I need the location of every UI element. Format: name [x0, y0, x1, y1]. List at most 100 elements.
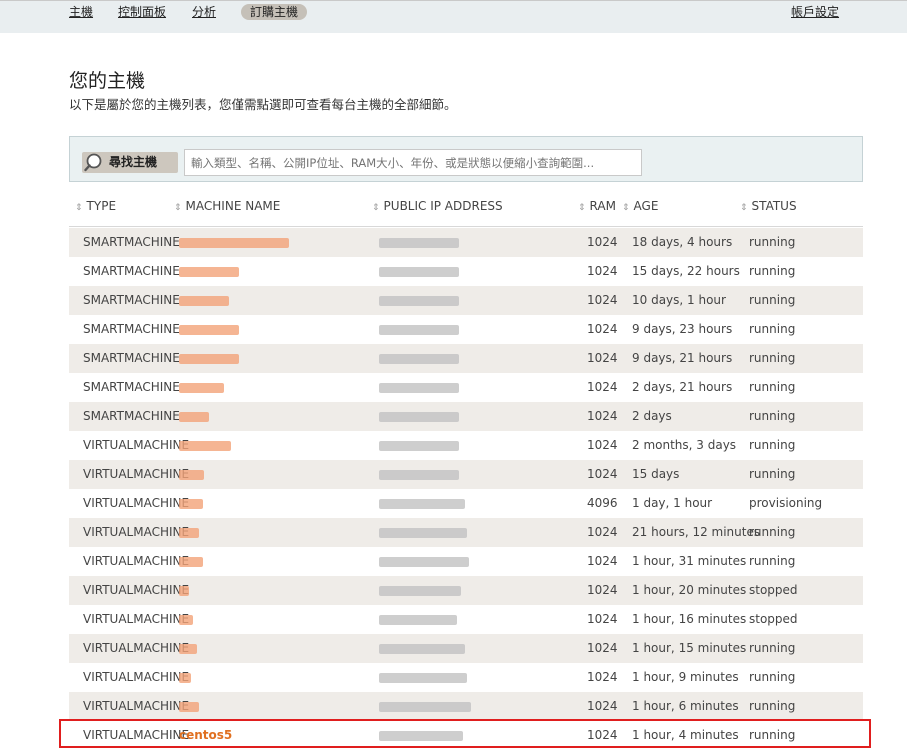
- machine-ram: 1024: [587, 467, 618, 481]
- table-row[interactable]: SMARTMACHINE 1024 9 days, 21 hours running: [69, 344, 863, 373]
- machine-name: [179, 489, 203, 518]
- nav-item-analytics[interactable]: 分析: [192, 4, 216, 20]
- machine-age: 1 hour, 15 minutes: [632, 641, 747, 655]
- redacted-machine-name[interactable]: [179, 615, 193, 625]
- machine-type: VIRTUALMACHINE: [83, 467, 190, 481]
- nav-item-account-settings[interactable]: 帳戶設定: [791, 4, 839, 20]
- table-row[interactable]: VIRTUALMACHINE 1024 1 hour, 31 minutes runn…: [69, 547, 863, 576]
- redacted-ip-address: [379, 499, 465, 509]
- redacted-machine-name[interactable]: [179, 238, 289, 248]
- public-ip-address: [379, 489, 465, 518]
- redacted-machine-name[interactable]: [179, 354, 239, 364]
- redacted-machine-name[interactable]: [179, 470, 204, 480]
- public-ip-address: [379, 344, 459, 373]
- public-ip-address: [379, 692, 471, 721]
- sort-icon: ⇕: [740, 203, 748, 213]
- sort-icon: ⇕: [622, 203, 630, 213]
- machine-status: running: [749, 264, 796, 278]
- machine-type: VIRTUALMACHINE: [83, 699, 190, 713]
- machine-status: stopped: [749, 583, 798, 597]
- machine-age: 1 hour, 20 minutes: [632, 583, 747, 597]
- table-row[interactable]: VIRTUALMACHINE 1024 2 months, 3 days runnin…: [69, 431, 863, 460]
- machine-status: running: [749, 525, 796, 539]
- machine-ram: 1024: [587, 641, 618, 655]
- redacted-machine-name[interactable]: [179, 267, 239, 277]
- table-row[interactable]: SMARTMACHINE 1024 18 days, 4 hours running: [69, 228, 863, 257]
- table-row[interactable]: VIRTUALMACHINE 1024 15 days running: [69, 460, 863, 489]
- redacted-machine-name[interactable]: [179, 383, 224, 393]
- machine-type: SMARTMACHINE: [83, 322, 180, 336]
- column-header-status[interactable]: ⇕ STATUS: [740, 199, 797, 213]
- table-header: ⇕ TYPE ⇕ MACHINE NAME ⇕ PUBLIC IP ADDRESS ⇕…: [69, 190, 863, 227]
- redacted-ip-address: [379, 702, 471, 712]
- table-row[interactable]: VIRTUALMACHINE 1024 1 hour, 20 minutes stop…: [69, 576, 863, 605]
- top-nav-bar: 主機 控制面板 分析 訂購主機 帳戶設定: [0, 0, 907, 33]
- nav-item-order-machine[interactable]: 訂購主機: [241, 4, 308, 20]
- sort-icon: ⇕: [372, 203, 380, 213]
- machine-age: 1 hour, 6 minutes: [632, 699, 739, 713]
- redacted-machine-name[interactable]: [179, 557, 203, 567]
- public-ip-address: [379, 605, 457, 634]
- table-row[interactable]: VIRTUALMACHINE 1024 1 hour, 15 minutes runn…: [69, 634, 863, 663]
- column-header-age[interactable]: ⇕ AGE: [622, 199, 658, 213]
- redacted-ip-address: [379, 325, 459, 335]
- nav-item-control-panel[interactable]: 控制面板: [118, 4, 166, 20]
- table-row[interactable]: SMARTMACHINE 1024 2 days running: [69, 402, 863, 431]
- table-row[interactable]: VIRTUALMACHINE 1024 1 hour, 16 minutes stop…: [69, 605, 863, 634]
- sort-icon: ⇕: [174, 203, 182, 213]
- machine-ram: 1024: [587, 583, 618, 597]
- public-ip-address: [379, 431, 459, 460]
- machine-ram: 1024: [587, 351, 618, 365]
- redacted-machine-name[interactable]: [179, 586, 189, 596]
- machine-name: [179, 547, 203, 576]
- machine-age: 1 hour, 16 minutes: [632, 612, 747, 626]
- table-row[interactable]: VIRTUALMACHINE 1024 1 hour, 9 minutes runni…: [69, 663, 863, 692]
- machine-age: 2 months, 3 days: [632, 438, 737, 452]
- column-header-public-ip[interactable]: ⇕ PUBLIC IP ADDRESS: [372, 199, 503, 213]
- redacted-machine-name[interactable]: [179, 528, 199, 538]
- search-label: 尋找主機: [82, 152, 178, 173]
- table-row[interactable]: SMARTMACHINE 1024 15 days, 22 hours running: [69, 257, 863, 286]
- machine-status: running: [749, 641, 796, 655]
- machine-status: running: [749, 699, 796, 713]
- public-ip-address: [379, 663, 467, 692]
- redacted-machine-name[interactable]: [179, 441, 231, 451]
- machine-status: running: [749, 322, 796, 336]
- public-ip-address: [379, 373, 459, 402]
- table-row[interactable]: VIRTUALMACHINE 1024 1 hour, 6 minutes runni…: [69, 692, 863, 721]
- table-row[interactable]: SMARTMACHINE 1024 10 days, 1 hour running: [69, 286, 863, 315]
- machine-ram: 1024: [587, 699, 618, 713]
- redacted-machine-name[interactable]: [179, 412, 209, 422]
- redacted-ip-address: [379, 296, 459, 306]
- table-row[interactable]: SMARTMACHINE 1024 2 days, 21 hours running: [69, 373, 863, 402]
- machine-ram: 1024: [587, 235, 618, 249]
- column-header-type[interactable]: ⇕ TYPE: [75, 199, 116, 213]
- column-header-machine-name[interactable]: ⇕ MACHINE NAME: [174, 199, 280, 213]
- machine-age: 21 hours, 12 minutes: [632, 525, 761, 539]
- public-ip-address: [379, 460, 459, 489]
- redacted-ip-address: [379, 354, 459, 364]
- machine-type: SMARTMACHINE: [83, 264, 180, 278]
- public-ip-address: [379, 228, 459, 257]
- redacted-machine-name[interactable]: [179, 702, 199, 712]
- table-row[interactable]: VIRTUALMACHINE 1024 21 hours, 12 minutes ru…: [69, 518, 863, 547]
- redacted-machine-name[interactable]: [179, 673, 191, 683]
- redacted-machine-name[interactable]: [179, 296, 229, 306]
- machine-ram: 1024: [587, 670, 618, 684]
- machine-name: [179, 402, 209, 431]
- redacted-machine-name[interactable]: [179, 644, 197, 654]
- table-row[interactable]: VIRTUALMACHINE 4096 1 day, 1 hour provision…: [69, 489, 863, 518]
- column-header-ram[interactable]: ⇕ RAM: [578, 199, 616, 213]
- machine-name: [179, 605, 193, 634]
- redacted-ip-address: [379, 441, 459, 451]
- search-input[interactable]: [184, 149, 642, 176]
- machine-name: [179, 315, 239, 344]
- machine-age: 1 day, 1 hour: [632, 496, 713, 510]
- nav-item-machines[interactable]: 主機: [69, 4, 93, 20]
- table-row[interactable]: SMARTMACHINE 1024 9 days, 23 hours running: [69, 315, 863, 344]
- redacted-machine-name[interactable]: [179, 499, 203, 509]
- page-title: 您的主機: [69, 70, 146, 92]
- redacted-machine-name[interactable]: [179, 325, 239, 335]
- redacted-ip-address: [379, 238, 459, 248]
- machine-status: running: [749, 438, 796, 452]
